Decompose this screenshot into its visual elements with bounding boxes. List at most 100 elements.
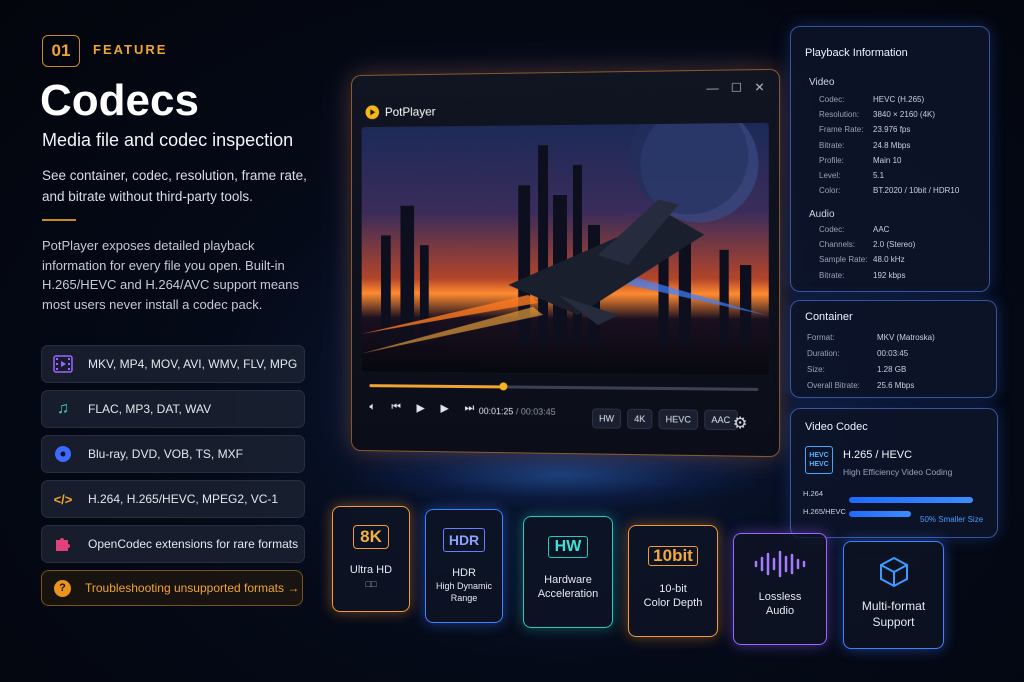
panel-title: Playback Information	[805, 47, 908, 59]
panel-title: Container	[805, 311, 853, 323]
film-icon	[52, 353, 74, 375]
waveform-icon	[734, 550, 826, 578]
info-value: 5.1	[873, 171, 885, 180]
codec-subtitle: High Efficiency Video Coding	[843, 467, 953, 477]
divider	[42, 219, 76, 221]
8k-icon: 8K	[333, 523, 409, 551]
cube-icon	[844, 556, 943, 588]
info-value: Main 10	[873, 155, 902, 165]
format-list: MKV, MP4, MOV, AVI, WMV, FLV, MPG ♫ FLAC…	[41, 345, 305, 570]
info-key: Sample Rate:	[819, 255, 868, 265]
saving-text: 50% Smaller Size	[920, 515, 984, 524]
hdr-icon: HDR	[426, 526, 502, 554]
info-value: MKV (Matroska)	[877, 333, 935, 342]
info-value: 23.976 fps	[873, 125, 911, 135]
feature-card-lossless-audio[interactable]: Lossless Audio	[733, 533, 827, 645]
card-line2: □□	[365, 579, 377, 589]
info-value: 48.0 kHz	[873, 255, 905, 265]
troubleshoot-link[interactable]: ? Troubleshooting unsupported formats →	[41, 570, 303, 606]
info-row: Bitrate: 192 kbps	[819, 270, 905, 280]
card-badge: HDR	[442, 528, 486, 552]
feature-card-10bit[interactable]: 10bit 10-bit Color Depth	[628, 525, 718, 637]
volume-icon[interactable]: 🔈︎	[369, 401, 375, 414]
info-row: Resolution: 3840 × 2160 (4K)	[819, 110, 935, 119]
codec-name: H.265 / HEVC	[843, 449, 913, 461]
info-value: 2.0 (Stereo)	[873, 240, 916, 250]
next-icon[interactable]: ⏭︎	[464, 402, 474, 415]
bar2-label: H.265/HEVC	[803, 507, 846, 516]
app-name: PotPlayer	[384, 104, 436, 120]
info-row: Profile: Main 10	[819, 155, 901, 165]
paragraph: PotPlayer exposes detailed playback info…	[42, 238, 300, 312]
minimize-icon[interactable]: —	[706, 81, 718, 95]
puzzle-icon	[52, 533, 74, 555]
close-icon[interactable]: ✕	[754, 80, 764, 94]
info-row: Size: 1.28 GB	[807, 365, 906, 374]
info-value: 1.28 GB	[877, 365, 907, 374]
seek-bar[interactable]	[369, 384, 759, 391]
info-value: 24.8 Mbps	[873, 140, 911, 150]
tag-4k[interactable]: 4K	[627, 408, 653, 430]
card-line1: Lossless	[758, 591, 802, 603]
stream-tags: HW 4K HEVC AAC	[591, 408, 738, 431]
10bit-icon: 10bit	[629, 542, 717, 570]
info-key: Size:	[807, 365, 825, 374]
tag-hw[interactable]: HW	[591, 408, 622, 429]
code-icon: </>	[53, 491, 73, 507]
info-value: 3840 × 2160 (4K)	[873, 110, 936, 120]
seek-bar-fill	[369, 384, 503, 389]
info-value: 00:03:45	[877, 349, 909, 358]
video-frame[interactable]	[361, 122, 769, 375]
audio-section-label: Audio	[809, 209, 835, 220]
feature-card-8k[interactable]: 8K Ultra HD □□	[332, 506, 410, 612]
potplayer-logo-icon	[365, 105, 380, 120]
feature-number-badge: 01	[42, 35, 80, 67]
page-title: Codecs	[40, 76, 199, 125]
hevc-icon-text: HEVC	[809, 461, 829, 468]
format-item-disc: Blu-ray, DVD, VOB, TS, MXF	[41, 435, 305, 473]
info-key: Color:	[819, 186, 841, 196]
info-key: Bitrate:	[819, 270, 845, 280]
info-value: HEVC (H.265)	[873, 95, 925, 104]
info-value: 25.6 Mbps	[877, 381, 915, 390]
feature-label: FEATURE	[93, 42, 168, 57]
time-current: 00:01:25	[478, 406, 514, 417]
info-key: Codec:	[819, 95, 845, 104]
card-line1: Hardware	[544, 574, 592, 586]
feature-card-hw[interactable]: HW Hardware Acceleration	[523, 516, 613, 628]
gear-icon[interactable]: ⚙	[733, 413, 748, 433]
play-icon[interactable]: ▶	[417, 401, 425, 414]
maximize-icon[interactable]: ☐	[731, 80, 742, 94]
format-item-opencodec: OpenCodec extensions for rare formats	[41, 525, 305, 563]
time-total: / 00:03:45	[515, 406, 556, 417]
format-text: OpenCodec extensions for rare formats	[88, 537, 299, 551]
tag-hevc[interactable]: HEVC	[658, 409, 699, 430]
feature-card-hdr[interactable]: HDR HDR High Dynamic Range	[425, 509, 503, 623]
disc-icon	[52, 443, 74, 465]
card-line2: Acceleration	[537, 588, 599, 600]
format-text: FLAC, MP3, DAT, WAV	[88, 402, 212, 416]
info-row: Channels: 2.0 (Stereo)	[819, 240, 915, 249]
time-readout: 00:01:25 / 00:03:45	[479, 406, 556, 417]
card-line1: Ultra HD	[349, 564, 393, 576]
info-key: Codec:	[819, 225, 845, 234]
hevc-icon-text: HEVC	[809, 452, 829, 459]
format-text: MKV, MP4, MOV, AVI, WMV, FLV, MPG	[88, 357, 298, 371]
info-row: Codec: AAC	[819, 225, 889, 234]
window-controls: — ☐ ✕	[706, 80, 764, 95]
format-item-audio: ♫ FLAC, MP3, DAT, WAV	[41, 390, 305, 428]
format-text: H.264, H.265/HEVC, MPEG2, VC-1	[88, 492, 279, 506]
info-value: 192 kbps	[873, 270, 906, 280]
info-key: Level:	[819, 171, 841, 180]
format-text: Blu-ray, DVD, VOB, TS, MXF	[88, 447, 243, 461]
card-line1: 10-bit	[659, 583, 687, 595]
info-key: Profile:	[819, 155, 844, 165]
pause-icon[interactable]: ▶	[440, 402, 448, 415]
card-badge: HW	[547, 536, 589, 558]
info-row: Duration: 00:03:45	[807, 349, 908, 358]
feature-card-multi-format[interactable]: Multi-format Support	[843, 541, 944, 649]
h264-size-bar	[849, 497, 973, 503]
previous-icon[interactable]: ⏮︎	[391, 401, 401, 414]
card-badge: 10bit	[648, 546, 698, 566]
info-row: Level: 5.1	[819, 171, 884, 180]
